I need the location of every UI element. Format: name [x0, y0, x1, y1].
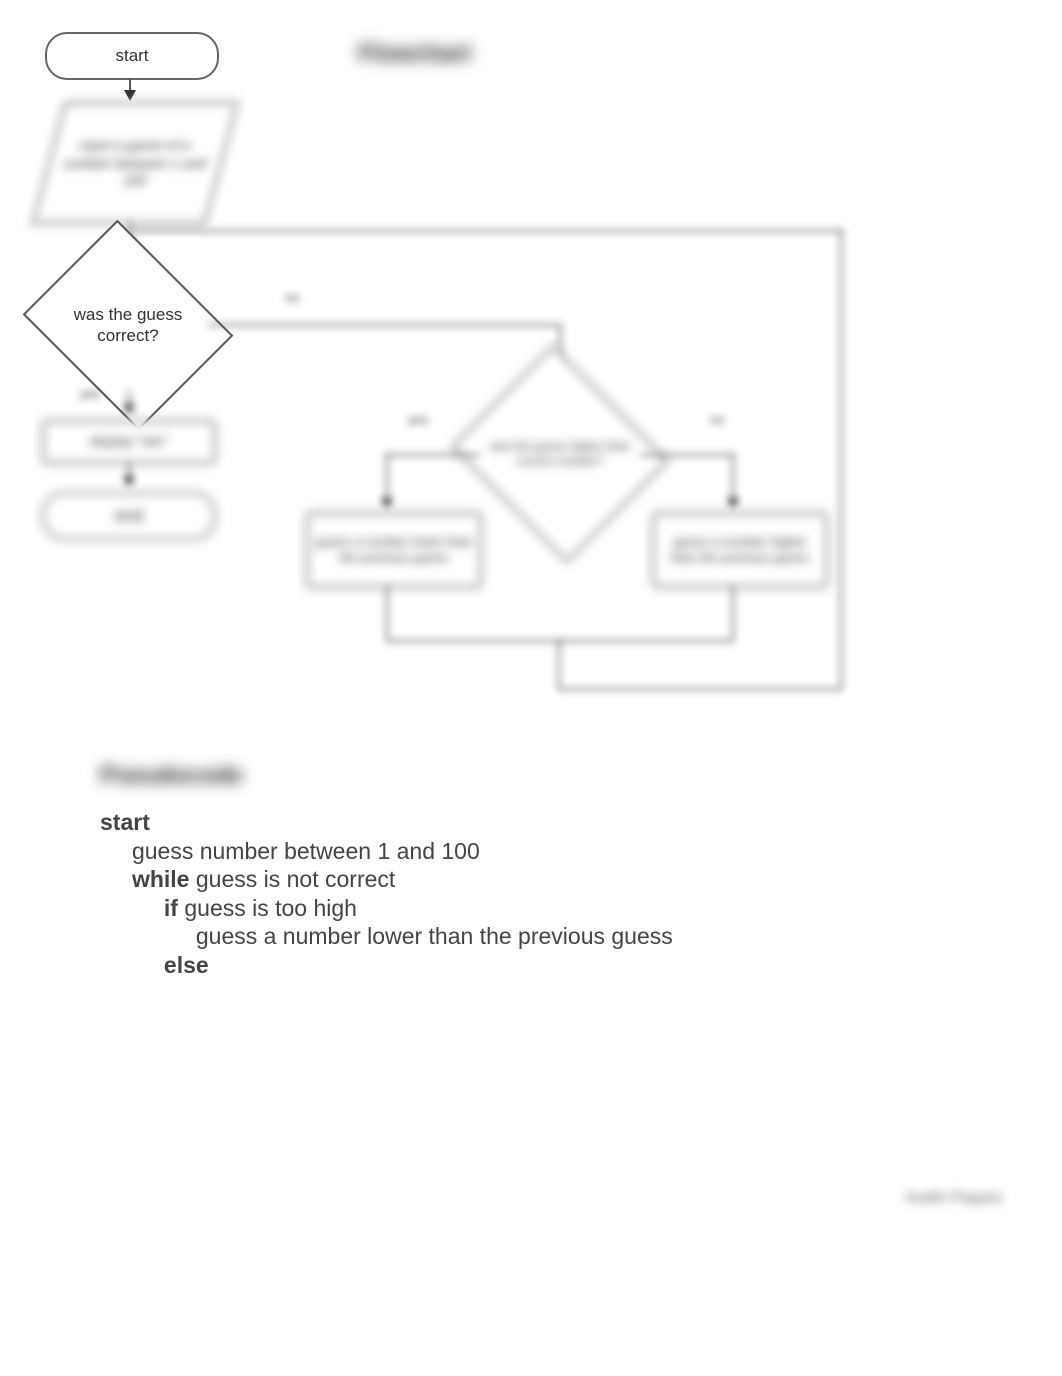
- arrow-down-icon: [727, 498, 739, 509]
- flowchart-heading: Flowchart: [358, 40, 471, 68]
- connector: [208, 324, 560, 326]
- arrow-down-icon: [124, 90, 136, 101]
- node-input: input a guess of a number between 1 and …: [32, 102, 239, 224]
- node-start: start: [45, 32, 219, 80]
- pc-line-4: guess is too high: [184, 895, 357, 921]
- pc-line-3: guess is not correct: [196, 866, 395, 892]
- connector: [130, 230, 842, 232]
- node-process-lower: guess a number lower than the previous g…: [306, 512, 482, 588]
- node-end: end: [42, 492, 216, 540]
- connector: [732, 454, 734, 500]
- pc-kw-else: else: [164, 952, 209, 978]
- connector: [558, 640, 560, 688]
- pc-kw-start: start: [100, 809, 150, 835]
- pc-kw-if: if: [164, 895, 184, 921]
- node-process-higher: guess a number higher than the previous …: [652, 512, 828, 588]
- connector: [732, 586, 734, 640]
- node-input-label: input a guess of a number between 1 and …: [50, 131, 220, 196]
- arrow-down-icon: [123, 476, 135, 487]
- pseudocode-heading: Pseudocode: [100, 762, 243, 790]
- node-process-higher-label: guess a number higher than the previous …: [660, 534, 820, 567]
- connector: [386, 454, 480, 456]
- edge-label-no: no: [285, 290, 299, 305]
- arrow-down-icon: [381, 498, 393, 509]
- arrow-down-icon: [123, 404, 135, 415]
- edge-label-no-2: no: [710, 412, 724, 427]
- pc-line-2: guess number between 1 and 100: [132, 838, 480, 864]
- pc-kw-while: while: [132, 866, 196, 892]
- edge-label-yes-2: yes: [408, 412, 428, 427]
- edge-label-yes: yes: [80, 386, 100, 401]
- connector: [386, 640, 734, 642]
- node-decision-higher-label: was the guess higher than correct number…: [480, 439, 640, 469]
- document-page: Flowchart start input a guess of a numbe…: [0, 0, 1062, 1376]
- connector: [386, 586, 388, 640]
- pc-line-5: guess a number lower than the previous g…: [196, 923, 673, 949]
- footer-author: Austin Pegues: [905, 1189, 1002, 1206]
- connector: [840, 230, 842, 690]
- node-decision-correct-label: was the guess correct?: [48, 304, 208, 347]
- node-decision-higher: was the guess higher than correct number…: [480, 384, 640, 524]
- node-process-win: display "win": [42, 420, 216, 464]
- connector: [386, 454, 388, 500]
- connector: [640, 454, 734, 456]
- node-decision-correct: was the guess correct?: [48, 260, 208, 390]
- pseudocode-block: start guess number between 1 and 100 whi…: [100, 808, 673, 979]
- node-process-lower-label: guess a number lower than the previous g…: [314, 534, 474, 567]
- node-process-win-label: display "win": [90, 433, 168, 451]
- node-start-label: start: [115, 45, 148, 66]
- connector: [558, 688, 840, 690]
- node-end-label: end: [115, 505, 143, 526]
